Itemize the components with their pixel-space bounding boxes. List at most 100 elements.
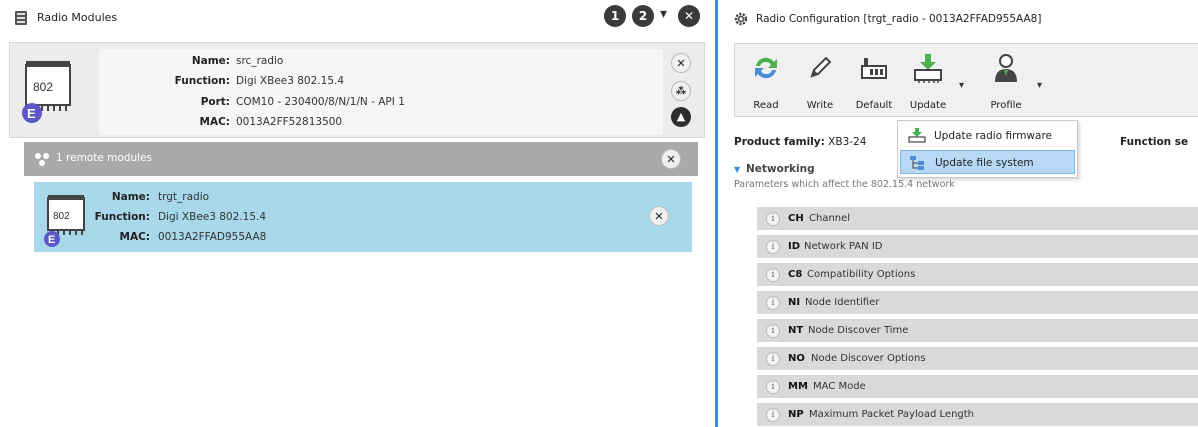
- close-icon: ✕: [666, 153, 676, 166]
- menu-item-update-file-system[interactable]: Update file system: [900, 150, 1075, 174]
- param-row-ni[interactable]: i NI Node Identifier: [757, 291, 1198, 315]
- name-label: Name:: [111, 191, 150, 203]
- radio-configuration-title: Radio Configuration [trgt_radio - 0013A2…: [756, 13, 1042, 25]
- param-code: NI: [788, 297, 801, 308]
- remove-remote-module-button[interactable]: ✕: [649, 206, 669, 226]
- param-row-id[interactable]: i ID Network PAN ID: [757, 235, 1198, 259]
- param-code: NO: [788, 353, 805, 364]
- menu-item-label: Update file system: [935, 157, 1034, 169]
- add-module-button[interactable]: 1: [604, 5, 626, 27]
- radio-modules-icon: [15, 11, 27, 25]
- default-label: Default: [855, 100, 893, 111]
- info-icon[interactable]: i: [766, 408, 780, 422]
- gear-icon: [734, 12, 748, 26]
- profile-dropdown-chevron-icon[interactable]: ▾: [1037, 80, 1042, 91]
- param-name: Node Discover Options: [811, 353, 926, 364]
- product-family-value: XB3-24: [828, 136, 867, 148]
- param-row-mm[interactable]: i MM MAC Mode: [757, 375, 1198, 399]
- remote-module-card[interactable]: 802 E Name: trgt_radio Function: Digi XB…: [34, 182, 692, 252]
- function-label: Function:: [94, 211, 150, 223]
- remote-modules-icon: [35, 153, 49, 166]
- module-name: src_radio: [236, 55, 284, 67]
- profile-button[interactable]: Profile: [983, 50, 1029, 114]
- module-function: Digi XBee3 802.15.4: [158, 211, 267, 223]
- product-family-row: Product family: XB3-24: [734, 136, 866, 148]
- xbee-module-icon: 802 E: [22, 61, 71, 123]
- profile-icon: [995, 54, 1017, 82]
- module-port: COM10 - 230400/8/N/1/N - API 1: [236, 96, 405, 108]
- configuration-toolbar: Read Write Default Update ▾ Profile ▾: [734, 43, 1198, 117]
- update-dropdown-menu: Update radio firmware Update file system: [897, 120, 1078, 178]
- name-label: Name:: [191, 55, 230, 67]
- radio-modules-panel: Radio Modules 1 2 ▾ ✕ 802 E Name: src_ra…: [0, 0, 712, 427]
- param-code: CH: [788, 213, 804, 224]
- radio-modules-title: Radio Modules: [37, 11, 118, 24]
- update-label: Update: [909, 100, 947, 111]
- file-system-icon: [910, 156, 924, 170]
- function-label: Function:: [174, 75, 230, 87]
- close-icon: ✕: [654, 210, 664, 223]
- default-button[interactable]: Default: [851, 50, 897, 114]
- xbee-badge-letter: E: [27, 106, 36, 121]
- read-button[interactable]: Read: [743, 50, 789, 114]
- chevron-up-icon: ▲: [676, 110, 686, 123]
- param-name: Compatibility Options: [807, 269, 916, 280]
- param-code: NP: [788, 409, 804, 420]
- pencil-icon: [810, 56, 832, 78]
- dropdown-dot-icon[interactable]: ▾: [660, 6, 667, 22]
- info-icon[interactable]: i: [766, 296, 780, 310]
- write-button[interactable]: Write: [797, 50, 843, 114]
- chip-label: 802: [53, 211, 70, 222]
- collapse-button[interactable]: ▲: [671, 107, 691, 127]
- update-firmware-icon: [908, 128, 926, 143]
- discover-modules-label: 2: [638, 9, 648, 23]
- info-icon[interactable]: i: [766, 240, 780, 254]
- discover-remote-button[interactable]: ⁂: [671, 81, 691, 101]
- update-firmware-icon: [914, 54, 942, 83]
- write-label: Write: [806, 100, 834, 111]
- read-icon: [755, 57, 777, 79]
- remove-module-button[interactable]: ✕: [671, 53, 691, 73]
- remove-all-button[interactable]: ✕: [678, 5, 700, 27]
- local-module-card[interactable]: 802 E Name: src_radio Function: Digi XBe…: [9, 42, 705, 138]
- module-name: trgt_radio: [158, 191, 210, 203]
- info-icon[interactable]: i: [766, 324, 780, 338]
- xbee-badge-letter: E: [48, 234, 55, 246]
- clear-remote-button[interactable]: ✕: [661, 149, 681, 169]
- param-row-c8[interactable]: i C8 Compatibility Options: [757, 263, 1198, 287]
- param-name: Maximum Packet Payload Length: [809, 409, 975, 420]
- info-icon[interactable]: i: [766, 352, 780, 366]
- add-module-label: 1: [610, 9, 620, 23]
- param-code: C8: [788, 269, 803, 280]
- remote-modules-bar[interactable]: 1 remote modules ✕: [24, 142, 698, 176]
- profile-label: Profile: [990, 100, 1022, 111]
- param-row-np[interactable]: i NP Maximum Packet Payload Length: [757, 403, 1198, 427]
- update-dropdown-chevron-icon[interactable]: ▾: [959, 80, 964, 91]
- close-icon: ✕: [683, 9, 695, 23]
- param-row-ch[interactable]: i CH Channel: [757, 207, 1198, 231]
- factory-icon: [861, 58, 887, 79]
- param-row-nt[interactable]: i NT Node Discover Time: [757, 319, 1198, 343]
- xbee-module-icon: 802 E: [44, 195, 85, 247]
- close-icon: ✕: [676, 57, 686, 70]
- update-button[interactable]: Update: [905, 50, 951, 114]
- param-row-no[interactable]: i NO Node Discover Options: [757, 347, 1198, 371]
- panel-divider[interactable]: [715, 0, 718, 427]
- info-icon[interactable]: i: [766, 380, 780, 394]
- menu-item-label: Update radio firmware: [934, 130, 1053, 142]
- module-mac: 0013A2FF52813500: [236, 116, 343, 128]
- param-code: NT: [788, 325, 804, 336]
- param-name: Channel: [809, 213, 851, 224]
- param-code: ID: [788, 241, 801, 252]
- param-name: Network PAN ID: [804, 241, 883, 252]
- read-label: Read: [753, 100, 779, 111]
- chip-label: 802: [33, 80, 53, 94]
- param-name: MAC Mode: [813, 381, 866, 392]
- expand-triangle-icon[interactable]: ▼: [734, 165, 740, 174]
- local-module-details: Name: src_radio Function: Digi XBee3 802…: [99, 49, 663, 135]
- discover-modules-button[interactable]: 2: [632, 5, 654, 27]
- info-icon[interactable]: i: [766, 268, 780, 282]
- module-mac: 0013A2FFAD955AA8: [158, 231, 267, 243]
- info-icon[interactable]: i: [766, 212, 780, 226]
- menu-item-update-radio-firmware[interactable]: Update radio firmware: [900, 124, 1075, 148]
